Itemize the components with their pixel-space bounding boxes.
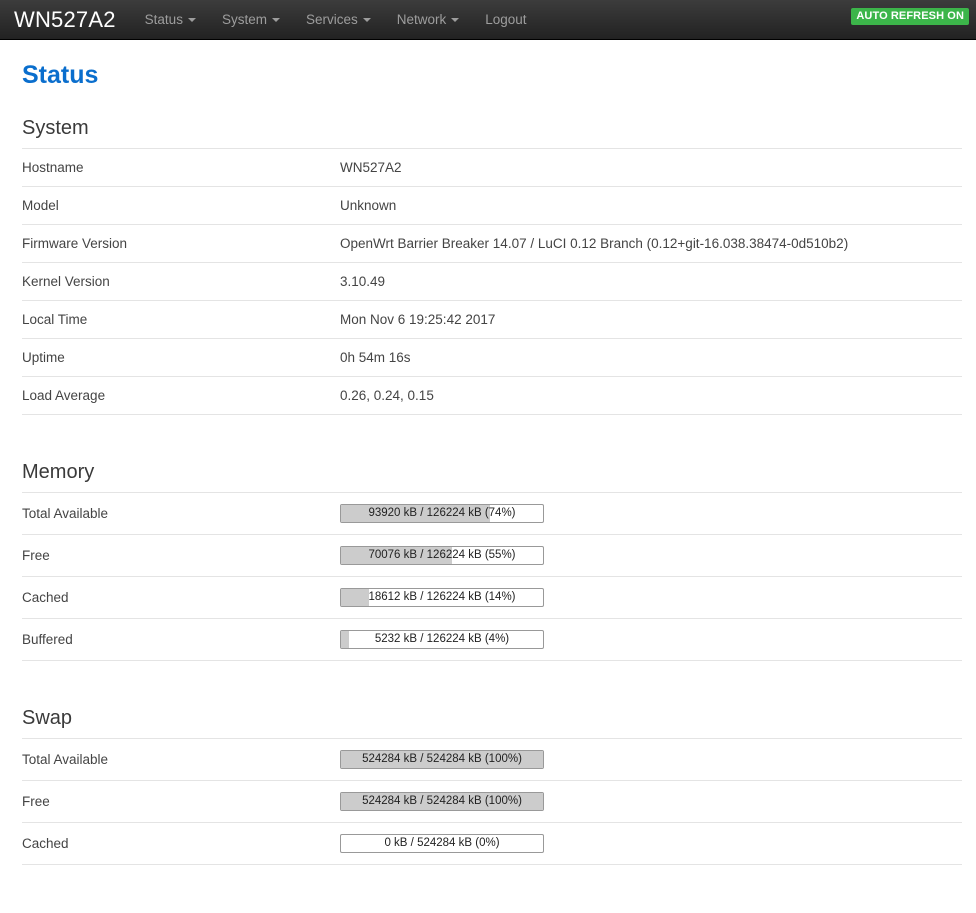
row-value: OpenWrt Barrier Breaker 14.07 / LuCI 0.1… <box>340 224 962 262</box>
brand-title[interactable]: WN527A2 <box>14 0 132 39</box>
progress-bar: 18612 kB / 126224 kB (14%) <box>340 588 544 607</box>
table-row: Cached 0 kB / 524284 kB (0%) <box>22 822 962 864</box>
system-table-body: Hostname WN527A2 Model Unknown Firmware … <box>22 148 962 414</box>
row-value: Unknown <box>340 186 962 224</box>
progress-bar-label: 0 kB / 524284 kB (0%) <box>341 835 543 852</box>
table-row: Total Available 93920 kB / 126224 kB (74… <box>22 492 962 534</box>
row-value: 5232 kB / 126224 kB (4%) <box>340 618 962 660</box>
auto-refresh-badge[interactable]: AUTO REFRESH ON <box>851 8 969 25</box>
section-memory: Memory Total Available 93920 kB / 126224… <box>18 460 958 661</box>
progress-bar: 524284 kB / 524284 kB (100%) <box>340 750 544 769</box>
progress-bar: 93920 kB / 126224 kB (74%) <box>340 504 544 523</box>
progress-bar-label: 93920 kB / 126224 kB (74%) <box>341 505 543 522</box>
progress-bar-label: 524284 kB / 524284 kB (100%) <box>341 751 543 768</box>
nav-item-logout[interactable]: Logout <box>472 0 539 39</box>
page-title: Status <box>22 62 958 90</box>
chevron-down-icon <box>451 18 459 22</box>
chevron-down-icon <box>363 18 371 22</box>
table-row: Model Unknown <box>22 186 962 224</box>
table-row: Cached 18612 kB / 126224 kB (14%) <box>22 576 962 618</box>
nav-item-network[interactable]: Network <box>384 0 473 39</box>
row-value: 18612 kB / 126224 kB (14%) <box>340 576 962 618</box>
row-key: Buffered <box>22 618 340 660</box>
progress-bar-label: 70076 kB / 126224 kB (55%) <box>341 547 543 564</box>
row-key: Cached <box>22 822 340 864</box>
row-key: Total Available <box>22 492 340 534</box>
row-value: Mon Nov 6 19:25:42 2017 <box>340 300 962 338</box>
nav-item-label: Services <box>306 12 358 27</box>
table-row: Buffered 5232 kB / 126224 kB (4%) <box>22 618 962 660</box>
system-table: Hostname WN527A2 Model Unknown Firmware … <box>22 148 962 415</box>
row-key: Model <box>22 186 340 224</box>
nav-item-label: Status <box>145 12 183 27</box>
nav-item-system[interactable]: System <box>209 0 293 39</box>
row-key: Total Available <box>22 738 340 780</box>
swap-table: Total Available 524284 kB / 524284 kB (1… <box>22 738 962 865</box>
nav-item-label: System <box>222 12 267 27</box>
row-key: Firmware Version <box>22 224 340 262</box>
row-value: 93920 kB / 126224 kB (74%) <box>340 492 962 534</box>
row-value: 0h 54m 16s <box>340 338 962 376</box>
table-row: Kernel Version 3.10.49 <box>22 262 962 300</box>
row-value: 524284 kB / 524284 kB (100%) <box>340 780 962 822</box>
progress-bar-label: 524284 kB / 524284 kB (100%) <box>341 793 543 810</box>
row-value: 524284 kB / 524284 kB (100%) <box>340 738 962 780</box>
row-value: 0.26, 0.24, 0.15 <box>340 376 962 414</box>
table-row: Firmware Version OpenWrt Barrier Breaker… <box>22 224 962 262</box>
row-value: 3.10.49 <box>340 262 962 300</box>
progress-bar-label: 5232 kB / 126224 kB (4%) <box>341 631 543 648</box>
top-navbar: WN527A2 Status System Services Network L… <box>0 0 976 40</box>
section-title-memory: Memory <box>22 460 958 484</box>
nav-item-label: Network <box>397 12 447 27</box>
table-row: Free 70076 kB / 126224 kB (55%) <box>22 534 962 576</box>
progress-bar: 524284 kB / 524284 kB (100%) <box>340 792 544 811</box>
row-key: Load Average <box>22 376 340 414</box>
row-key: Uptime <box>22 338 340 376</box>
memory-table-body: Total Available 93920 kB / 126224 kB (74… <box>22 492 962 660</box>
section-title-swap: Swap <box>22 706 958 730</box>
chevron-down-icon <box>188 18 196 22</box>
table-row: Free 524284 kB / 524284 kB (100%) <box>22 780 962 822</box>
table-row: Load Average 0.26, 0.24, 0.15 <box>22 376 962 414</box>
progress-bar: 0 kB / 524284 kB (0%) <box>340 834 544 853</box>
row-key: Kernel Version <box>22 262 340 300</box>
swap-table-body: Total Available 524284 kB / 524284 kB (1… <box>22 738 962 864</box>
row-key: Cached <box>22 576 340 618</box>
row-key: Free <box>22 780 340 822</box>
nav-menu: Status System Services Network Logout <box>132 0 540 39</box>
section-system: System Hostname WN527A2 Model Unknown Fi… <box>18 116 958 415</box>
table-row: Total Available 524284 kB / 524284 kB (1… <box>22 738 962 780</box>
progress-bar: 70076 kB / 126224 kB (55%) <box>340 546 544 565</box>
table-row: Hostname WN527A2 <box>22 148 962 186</box>
nav-item-services[interactable]: Services <box>293 0 384 39</box>
row-key: Local Time <box>22 300 340 338</box>
row-key: Hostname <box>22 148 340 186</box>
table-row: Local Time Mon Nov 6 19:25:42 2017 <box>22 300 962 338</box>
progress-bar-label: 18612 kB / 126224 kB (14%) <box>341 589 543 606</box>
row-key: Free <box>22 534 340 576</box>
nav-item-label: Logout <box>485 12 526 27</box>
row-value: WN527A2 <box>340 148 962 186</box>
memory-table: Total Available 93920 kB / 126224 kB (74… <box>22 492 962 661</box>
row-value: 0 kB / 524284 kB (0%) <box>340 822 962 864</box>
nav-item-status[interactable]: Status <box>132 0 209 39</box>
progress-bar: 5232 kB / 126224 kB (4%) <box>340 630 544 649</box>
chevron-down-icon <box>272 18 280 22</box>
table-row: Uptime 0h 54m 16s <box>22 338 962 376</box>
section-swap: Swap Total Available 524284 kB / 524284 … <box>18 706 958 865</box>
row-value: 70076 kB / 126224 kB (55%) <box>340 534 962 576</box>
page-content: Status System Hostname WN527A2 Model Unk… <box>0 62 976 913</box>
section-title-system: System <box>22 116 958 140</box>
